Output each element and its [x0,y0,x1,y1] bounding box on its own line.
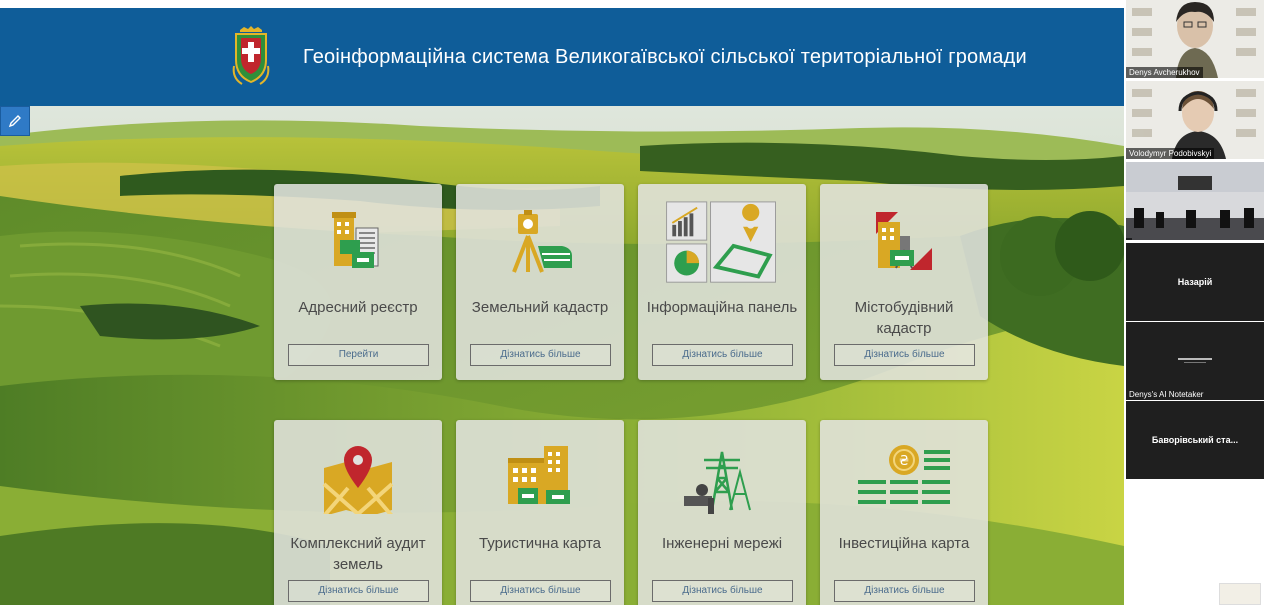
urban-cadastre-icon [876,212,932,270]
corner-logo [1219,583,1261,605]
edit-button[interactable] [0,106,30,136]
investment-map-icon: ₴ [858,445,950,504]
participant-tile[interactable]: Denys's AI Notetaker [1126,322,1264,400]
learn-more-button[interactable]: Дізнатись більше [470,580,611,602]
card-title: Земельний кадастр [471,299,609,316]
participant-name: Denys's AI Notetaker [1129,390,1204,399]
svg-text:₴: ₴ [899,454,909,469]
info-dashboard-icon [666,201,776,283]
card-urban-cadastre[interactable]: Містобудівний кадастр Дізнатись більше [820,184,988,380]
land-cadastre-icon [512,210,572,273]
gis-portal: Геоінформаційна система Великогаївської … [0,0,1124,605]
learn-more-button[interactable]: Дізнатись більше [652,580,793,602]
learn-more-button[interactable]: Дізнатись більше [652,344,793,366]
pencil-icon [8,115,21,128]
coat-of-arms-icon [232,26,270,85]
card-tourist-map[interactable]: Туристична карта Дізнатись більше [456,420,624,605]
address-register-icon [332,212,379,268]
participant-tile[interactable]: Баворівський ста... [1126,401,1264,479]
page-title: Геоінформаційна система Великогаївської … [303,46,1027,68]
card-title: Інженерні мережі [661,535,783,552]
card-land-cadastre[interactable]: Земельний кадастр Дізнатись більше [456,184,624,380]
participant-name: Denys Avcherukhov [1126,67,1203,78]
participant-name: Volodymyr Podobivskyi [1126,148,1215,159]
learn-more-button[interactable]: Дізнатись більше [834,344,975,366]
card-land-audit[interactable]: Комплексний аудит земель Дізнатись більш… [274,420,442,605]
participant-tile[interactable]: Denys Avcherukhov [1126,0,1264,78]
learn-more-button[interactable]: Дізнатись більше [834,580,975,602]
card-title: Комплексний аудит земель [290,535,426,573]
participant-tile[interactable]: Volodymyr Podobivskyi [1126,81,1264,159]
participants-panel: Denys Avcherukhov Volodymyr Podobivskyi … [1125,0,1265,605]
card-address-register[interactable]: Адресний реєстр Перейти [274,184,442,380]
participant-video [1126,162,1264,240]
card-title: Містобудівний кадастр [854,299,954,337]
card-info-dashboard[interactable]: Інформаційна панель Дізнатись більше [638,184,806,380]
learn-more-button[interactable]: Дізнатись більше [288,580,429,602]
go-button[interactable]: Перейти [288,344,429,366]
engineering-networks-icon [684,451,751,514]
card-engineering-networks[interactable]: Інженерні мережі Дізнатись більше [638,420,806,605]
card-title: Адресний реєстр [298,299,418,316]
learn-more-button[interactable]: Дізнатись більше [470,344,611,366]
land-audit-icon [322,446,394,514]
tourist-map-icon [508,446,570,504]
participant-name: Назарій [1177,277,1213,287]
participant-tile[interactable]: Назарій [1126,243,1264,321]
card-title: Інформаційна панель [646,299,798,316]
participant-name: Баворівський ста... [1151,435,1239,445]
site-header: Геоінформаційна система Великогаївської … [0,0,1124,106]
card-investment-map[interactable]: ₴ Інвестиційна карта Дізнатись більше [820,420,988,605]
participant-name [1126,238,1132,240]
card-title: Туристична карта [478,535,602,552]
card-title: Інвестиційна карта [838,535,970,552]
participant-tile[interactable] [1126,162,1264,240]
